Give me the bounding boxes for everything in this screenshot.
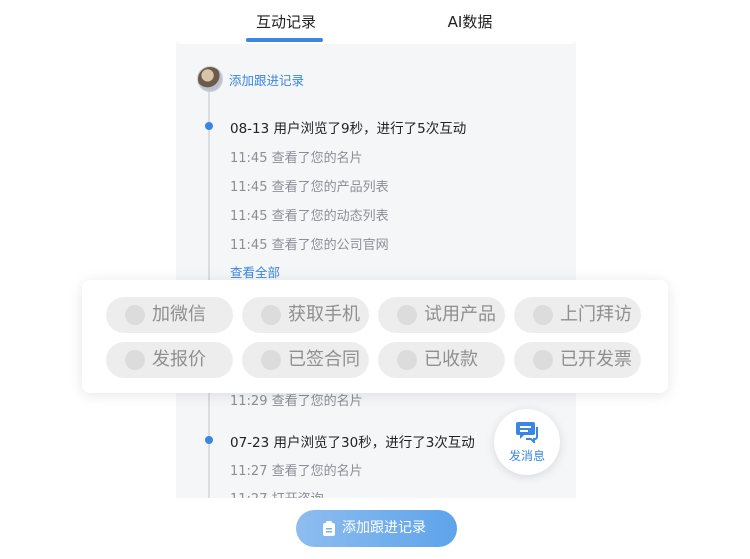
event-title: 07-23 用户浏览了30秒，进行了3次互动 <box>230 435 475 451</box>
tag-chip-get-phone[interactable]: 获取手机 <box>242 297 369 333</box>
radio-circle-icon <box>125 350 145 370</box>
tag-label: 发报价 <box>152 349 206 370</box>
timeline-dot <box>205 122 213 130</box>
tab-bar: 互动记录 AI数据 <box>176 0 576 44</box>
radio-circle-icon <box>125 305 145 325</box>
event-item: 11:45 查看了您的动态列表 <box>230 209 389 224</box>
active-tab-indicator <box>246 38 323 42</box>
bottom-bar: 添加跟进记录 <box>176 498 576 559</box>
radio-circle-icon <box>397 350 417 370</box>
chat-bubble-icon <box>516 422 538 443</box>
radio-circle-icon <box>533 350 553 370</box>
add-follow-up-link[interactable]: 添加跟进记录 <box>229 70 304 89</box>
view-all-link[interactable]: 查看全部 <box>230 262 280 281</box>
event-item: 11:27 查看了您的名片 <box>230 464 363 479</box>
tag-chip-contract-signed[interactable]: 已签合同 <box>242 342 369 378</box>
event-title: 08-13 用户浏览了9秒，进行了5次互动 <box>230 121 467 137</box>
tag-chip-add-wechat[interactable]: 加微信 <box>106 297 233 333</box>
send-message-label: 发消息 <box>508 449 545 463</box>
clipboard-icon <box>323 521 335 536</box>
radio-circle-icon <box>397 305 417 325</box>
tag-chip-send-quote[interactable]: 发报价 <box>106 342 233 378</box>
radio-circle-icon <box>533 305 553 325</box>
tag-selection-panel: 加微信 获取手机 试用产品 上门拜访 发报价 已签合同 已收款 已开发票 <box>82 280 668 393</box>
timeline-dot <box>205 436 213 444</box>
tag-label: 已签合同 <box>288 349 360 370</box>
send-message-button[interactable]: 发消息 <box>494 409 560 475</box>
tag-label: 加微信 <box>152 304 206 325</box>
tag-chip-trial-product[interactable]: 试用产品 <box>378 297 505 333</box>
tag-chip-onsite-visit[interactable]: 上门拜访 <box>514 297 641 333</box>
tag-label: 已收款 <box>424 349 478 370</box>
radio-circle-icon <box>261 350 281 370</box>
avatar <box>197 66 223 92</box>
event-item: 11:45 查看了您的公司官网 <box>230 238 389 253</box>
add-follow-up-button[interactable]: 添加跟进记录 <box>296 510 457 547</box>
tag-label: 上门拜访 <box>560 304 632 325</box>
tag-label: 已开发票 <box>560 349 632 370</box>
event-item: 11:45 查看了您的名片 <box>230 151 363 166</box>
tag-label: 试用产品 <box>424 304 496 325</box>
add-follow-up-button-label: 添加跟进记录 <box>342 520 426 536</box>
tag-chip-invoice-issued[interactable]: 已开发票 <box>514 342 641 378</box>
event-item: 11:45 查看了您的产品列表 <box>230 180 389 195</box>
tab-ai-data[interactable]: AI数据 <box>400 0 540 44</box>
tag-chip-payment-received[interactable]: 已收款 <box>378 342 505 378</box>
radio-circle-icon <box>261 305 281 325</box>
tag-label: 获取手机 <box>288 304 360 325</box>
